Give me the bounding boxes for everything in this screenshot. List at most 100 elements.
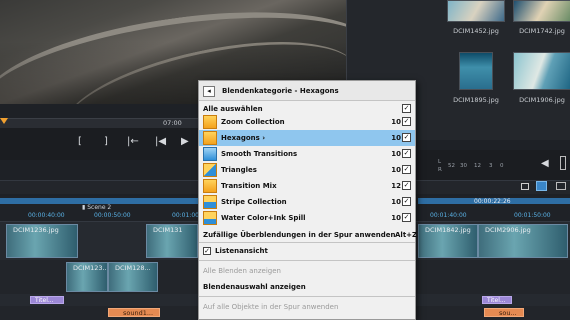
category-label-text: Hexagons (221, 134, 260, 142)
category-label: Stripe Collection (221, 198, 287, 206)
category-label: Water Color+Ink Spill (221, 214, 306, 222)
timeline-clip[interactable]: DCIM1236.jpg (6, 224, 78, 258)
category-count: 10 (391, 150, 401, 158)
category-label: Smooth Transitions (221, 150, 298, 158)
show-selection-item[interactable]: Blendenauswahl anzeigen (203, 283, 306, 291)
scene-label: Scene 2 (87, 204, 112, 211)
preview-timecode: 07:00 (163, 119, 182, 127)
camera-icon[interactable] (556, 182, 566, 190)
category-row-stripe[interactable]: Stripe Collection 10 ✓ (199, 194, 415, 210)
category-checkbox[interactable]: ✓ (402, 181, 411, 190)
show-all-item: Alle Blenden anzeigen (203, 267, 281, 275)
grid-view-icon[interactable] (521, 183, 529, 190)
scene-marker[interactable]: ▮ Scene 2 (82, 204, 111, 211)
folder-icon (203, 115, 217, 129)
category-row-smooth[interactable]: Smooth Transitions 10 ✓ (199, 146, 415, 162)
position-timecode: 00:00:22:26 (474, 198, 511, 205)
category-row-triangles[interactable]: Triangles 10 ✓ (199, 162, 415, 178)
list-view-item[interactable]: Listenansicht (215, 247, 268, 255)
category-checkbox[interactable]: ✓ (402, 197, 411, 206)
category-label: Zoom Collection (221, 118, 285, 126)
ruler-label-4: 00:01:40:00 (430, 212, 467, 219)
meter-label-l: L (438, 159, 442, 165)
category-checkbox[interactable]: ✓ (402, 149, 411, 158)
category-count: 10 (391, 198, 401, 206)
meter-tick-4: 3 (489, 163, 493, 169)
timeline-clip[interactable]: DCIM131 (146, 224, 198, 258)
previous-frame-icon[interactable]: |◀ (155, 136, 166, 147)
apply-all-item: Auf alle Objekte in der Spur anwenden (203, 303, 339, 311)
menu-separator (199, 242, 415, 243)
media-caption-3: DCIM1895.jpg (453, 96, 499, 104)
mark-out-icon[interactable]: ] (104, 136, 108, 147)
ruler-label-2: 00:00:50:00 (94, 212, 131, 219)
volume-icon[interactable]: ◀ (541, 158, 549, 169)
category-count: 12 (391, 182, 401, 190)
media-thumb-4[interactable] (513, 52, 570, 90)
meter-tick-2: 30 (460, 163, 467, 169)
meter-label-r: R (438, 167, 442, 173)
select-all-checkbox[interactable]: ✓ (402, 104, 411, 113)
category-count: 10 (391, 134, 401, 142)
meter-tick-5: 0 (500, 163, 504, 169)
timeline-clip[interactable]: DCIM123... (66, 262, 108, 292)
ruler-label-3: 00:01:00 (172, 212, 199, 219)
clip-label: DCIM1842.jpg (425, 226, 471, 234)
media-caption-1: DCIM1452.jpg (453, 27, 499, 35)
meter-tick-3: 12 (474, 163, 481, 169)
media-caption-2: DCIM1742.jpg (519, 27, 565, 35)
media-thumb-2[interactable] (513, 0, 570, 22)
triangle-icon (203, 163, 217, 177)
ruler-label-5: 00:01:50:00 (514, 212, 551, 219)
media-caption-4: DCIM1906.jpg (519, 96, 565, 104)
media-thumb-3[interactable] (459, 52, 493, 90)
category-checkbox[interactable]: ✓ (402, 133, 411, 142)
category-row-mix[interactable]: Transition Mix 12 ✓ (199, 178, 415, 194)
clip-label: DCIM131 (153, 226, 183, 234)
category-count: 10 (391, 214, 401, 222)
sound-clip[interactable]: sound1... (108, 308, 160, 317)
ruler-label-1: 00:00:40:00 (28, 212, 65, 219)
menu-title: Blendenkategorie - Hexagons (222, 87, 339, 95)
random-apply-item[interactable]: Zufällige Überblendungen in der Spur anw… (203, 231, 395, 239)
chevron-right-icon: › (262, 134, 266, 142)
category-checkbox[interactable]: ✓ (402, 213, 411, 222)
menu-header: ◂ Blendenkategorie - Hexagons (199, 81, 415, 101)
mark-in-icon[interactable]: [ (78, 136, 82, 147)
category-label: Hexagons › (221, 134, 265, 142)
category-row-zoom[interactable]: Zoom Collection 10 ✓ (199, 114, 415, 130)
clip-label: DCIM128... (115, 264, 151, 272)
title-clip[interactable]: Titel... (30, 296, 64, 304)
chevron-left-icon[interactable]: ◂ (203, 86, 215, 97)
list-view-icon[interactable] (536, 181, 547, 191)
random-apply-shortcut: Alt+Z (395, 231, 418, 239)
clip-label: DCIM2906.jpg (485, 226, 531, 234)
category-checkbox[interactable]: ✓ (402, 117, 411, 126)
fullscreen-icon[interactable] (560, 156, 566, 170)
hexagon-folder-icon (203, 131, 217, 145)
clip-label: DCIM1236.jpg (13, 226, 59, 234)
playhead-icon[interactable] (0, 118, 8, 124)
category-count: 10 (391, 166, 401, 174)
meter-tick-1: 52 (448, 163, 455, 169)
transition-icon (203, 147, 217, 161)
stripe-icon (203, 195, 217, 209)
clip-label: DCIM123... (73, 264, 108, 272)
play-icon[interactable]: ▶ (181, 136, 189, 147)
watercolor-icon (203, 211, 217, 225)
category-row-watercolor[interactable]: Water Color+Ink Spill 10 ✓ (199, 210, 415, 226)
list-view-checkbox[interactable]: ✓ (203, 247, 211, 255)
media-thumb-1[interactable] (447, 0, 505, 22)
folder-icon (203, 179, 217, 193)
timeline-clip[interactable]: DCIM128... (108, 262, 158, 292)
transition-category-menu: ◂ Blendenkategorie - Hexagons Alle auswä… (198, 80, 418, 320)
menu-separator (199, 296, 415, 297)
jump-start-icon[interactable]: |← (127, 136, 139, 147)
timeline-clip[interactable]: DCIM2906.jpg (478, 224, 568, 258)
category-count: 10 (391, 118, 401, 126)
category-row-hexagons[interactable]: Hexagons › 10 ✓ (199, 130, 415, 146)
sound-clip[interactable]: sou... (484, 308, 524, 317)
title-clip[interactable]: Titel... (482, 296, 512, 304)
timeline-clip[interactable]: DCIM1842.jpg (418, 224, 478, 258)
category-checkbox[interactable]: ✓ (402, 165, 411, 174)
